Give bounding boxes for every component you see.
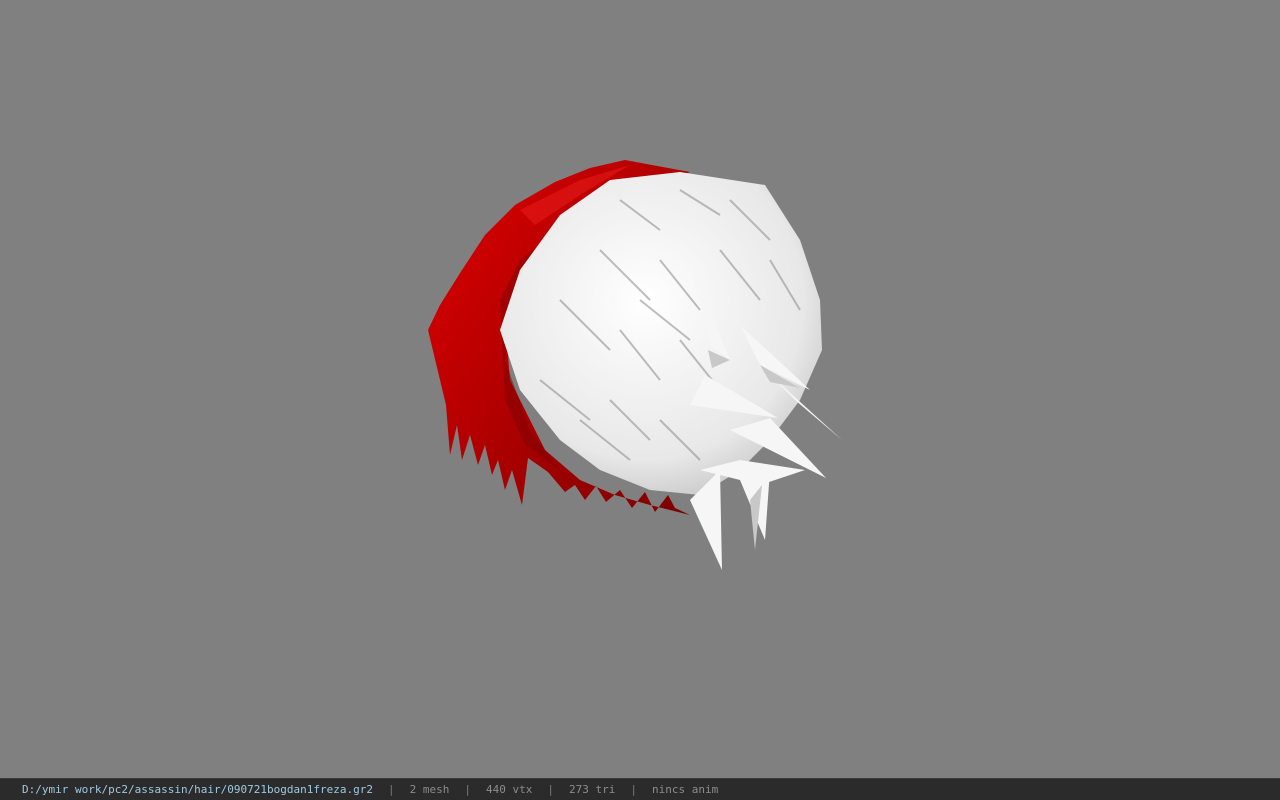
status-bar: D:/ymir work/pc2/assassin/hair/090721bog… bbox=[0, 778, 1280, 800]
animation-status: nincs anim bbox=[651, 783, 719, 796]
separator: | bbox=[388, 783, 395, 796]
separator: | bbox=[630, 783, 637, 796]
file-path: D:/ymir work/pc2/assassin/hair/090721bog… bbox=[22, 783, 373, 796]
3d-viewport[interactable] bbox=[0, 0, 1280, 778]
vertex-count: 440 vtx bbox=[486, 783, 533, 796]
separator: | bbox=[547, 783, 554, 796]
separator: | bbox=[464, 783, 471, 796]
triangle-count: 273 tri bbox=[568, 783, 616, 796]
hair-model bbox=[428, 160, 842, 570]
mesh-count: 2 mesh bbox=[409, 783, 450, 796]
